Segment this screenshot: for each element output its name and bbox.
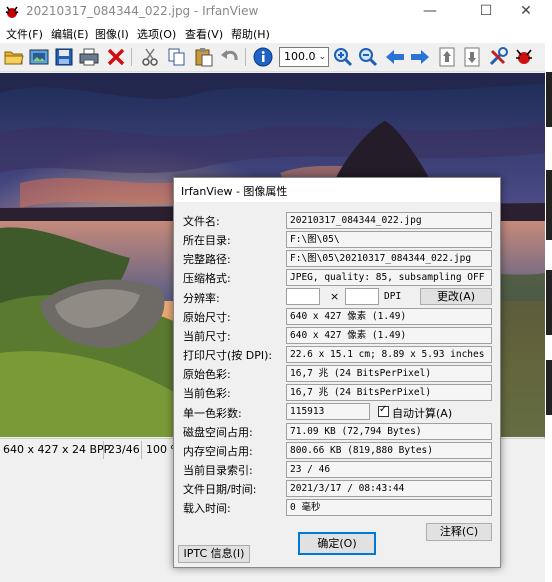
irfanview-app-icon [5,6,19,18]
field-directory[interactable]: F:\图\05\ [286,231,492,248]
status-dimensions: 640 x 427 x 24 BPP [3,443,111,456]
field-memory-size[interactable]: 800.66 KB (819,880 Bytes) [286,442,492,459]
comment-button[interactable]: 注释(C) [426,523,492,541]
zoom-out-icon[interactable] [357,46,379,68]
menu-view[interactable]: 查看(V) [185,26,223,42]
print-icon[interactable] [78,46,100,68]
field-filename[interactable]: 20210317_084344_022.jpg [286,212,492,229]
menu-options[interactable]: 选项(O) [137,26,176,42]
minimize-button[interactable]: — [407,0,453,24]
close-button[interactable]: ✕ [503,0,549,24]
label-filename: 文件名: [183,215,220,228]
background-thumbnail [546,72,552,127]
delete-icon[interactable] [105,46,127,68]
status-separator [103,441,104,459]
paste-icon[interactable] [193,46,215,68]
menu-help[interactable]: 帮助(H) [231,26,270,42]
field-file-datetime[interactable]: 2021/3/17 / 08:43:44 [286,480,492,497]
field-original-colors[interactable]: 16,7 兆 (24 BitsPerPixel) [286,365,492,382]
move-up-page-icon[interactable] [436,46,458,68]
label-disk-size: 磁盘空间占用: [183,426,253,439]
field-original-size[interactable]: 640 x 427 像素 (1.49) [286,308,492,325]
zoom-select[interactable]: 100.0 ⌄ [279,47,329,67]
label-current-size: 当前尺寸: [183,330,231,343]
field-directory-index[interactable]: 23 / 46 [286,461,492,478]
label-load-time: 载入时间: [183,502,231,515]
toolbar-separator [245,48,246,66]
open-folder-icon[interactable] [3,46,25,68]
label-directory: 所在目录: [183,234,231,247]
resolution-separator: × [330,290,340,303]
chevron-down-icon: ⌄ [318,52,326,62]
dialog-title: IrfanView - 图像属性 [181,185,288,198]
label-unique-colors: 单一色彩数: [183,407,242,420]
menu-file[interactable]: 文件(F) [6,26,43,42]
label-file-datetime: 文件日期/时间: [183,483,257,496]
status-index: 23/46 [108,443,140,456]
field-print-size[interactable]: 22.6 x 15.1 cm; 8.89 x 5.93 inches [286,346,492,363]
image-properties-dialog: IrfanView - 图像属性 文件名: 20210317_084344_02… [173,177,501,568]
label-print-size: 打印尺寸(按 DPI): [183,349,273,362]
resolution-x-input[interactable] [286,288,320,305]
move-down-page-icon[interactable] [461,46,483,68]
field-unique-colors[interactable]: 115913 [286,403,370,420]
save-icon[interactable] [53,46,75,68]
iptc-info-button[interactable]: IPTC 信息(I) [178,545,250,563]
dialog-title-bar: IrfanView - 图像属性 [174,178,500,202]
settings-tools-icon[interactable] [487,46,509,68]
background-thumbnail [546,170,552,240]
field-disk-size[interactable]: 71.09 KB (72,794 Bytes) [286,423,492,440]
resolution-y-input[interactable] [345,288,379,305]
field-current-size[interactable]: 640 x 427 像素 (1.49) [286,327,492,344]
auto-calc-checkbox[interactable] [378,404,389,417]
title-bar: 20210317_084344_022.jpg - IrfanView — ☐ … [0,0,545,24]
field-load-time[interactable]: 0 毫秒 [286,499,492,516]
undo-icon[interactable] [219,46,241,68]
label-directory-index: 当前目录索引: [183,464,253,477]
status-separator [141,441,142,459]
background-thumbnail [546,360,552,415]
next-arrow-icon[interactable] [409,46,431,68]
change-dpi-button[interactable]: 更改(A) [420,288,492,305]
toolbar-separator [131,48,132,66]
menu-edit[interactable]: 编辑(E) [51,26,89,42]
zoom-in-icon[interactable] [332,46,354,68]
toolbar: 100.0 ⌄ [0,43,545,72]
label-memory-size: 内存空间占用: [183,445,253,458]
background-thumbnail [546,270,552,335]
previous-arrow-icon[interactable] [384,46,406,68]
zoom-value: 100.0 [284,50,316,63]
label-original-colors: 原始色彩: [183,368,231,381]
irfanview-cat-icon[interactable] [513,46,535,68]
window-title: 20210317_084344_022.jpg - IrfanView [26,4,259,18]
menu-bar: 文件(F) 编辑(E) 图像(I) 选项(O) 查看(V) 帮助(H) [0,24,545,43]
cut-icon[interactable] [139,46,161,68]
label-original-size: 原始尺寸: [183,311,231,324]
menu-image[interactable]: 图像(I) [95,26,129,42]
field-full-path[interactable]: F:\图\05\20210317_084344_022.jpg [286,250,492,267]
dpi-label: DPI [384,291,402,302]
label-full-path: 完整路径: [183,253,231,266]
label-resolution: 分辨率: [183,292,220,305]
field-compression[interactable]: JPEG, quality: 85, subsampling OFF [286,269,492,286]
field-current-colors[interactable]: 16,7 兆 (24 BitsPerPixel) [286,384,492,401]
info-icon[interactable] [252,46,274,68]
ok-button[interactable]: 确定(O) [298,532,376,555]
slideshow-icon[interactable] [28,46,50,68]
label-compression: 压缩格式: [183,272,231,285]
copy-icon[interactable] [166,46,188,68]
label-current-colors: 当前色彩: [183,387,231,400]
auto-calc-label[interactable]: 自动计算(A) [392,405,452,421]
